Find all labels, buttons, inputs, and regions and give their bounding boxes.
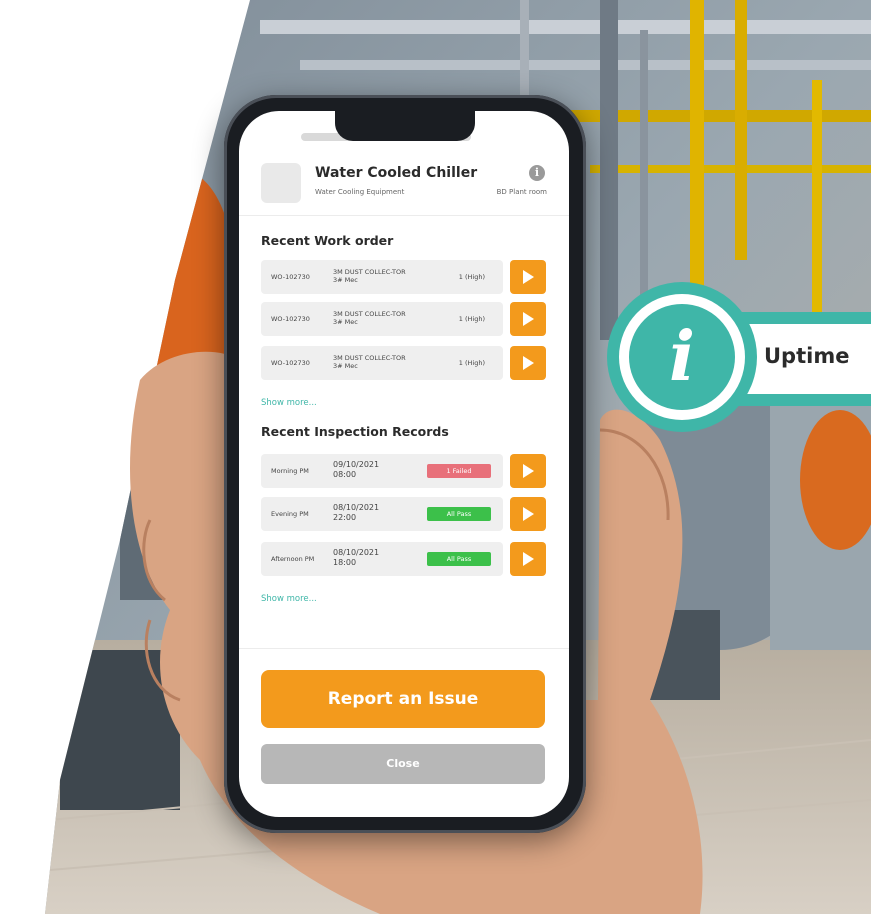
work-order-priority: 1 (High) [458,359,485,367]
play-icon [523,552,534,566]
play-icon [523,507,534,521]
work-order-desc: 3M DUST COLLEC-TOR 3# Mec [333,268,406,284]
uptime-label: Uptime [764,344,850,368]
work-order-row[interactable]: WO-102730 3M DUST COLLEC-TOR 3# Mec 1 (H… [261,346,503,380]
open-work-order-button[interactable] [510,346,546,380]
report-issue-button[interactable]: Report an Issue [261,670,545,728]
inspections-show-more-link[interactable]: Show more... [261,594,317,604]
inspections-title: Recent Inspection Records [261,424,449,439]
open-inspection-button[interactable] [510,497,546,531]
open-inspection-button[interactable] [510,454,546,488]
open-work-order-button[interactable] [510,260,546,294]
open-inspection-button[interactable] [510,542,546,576]
inspection-name: Morning PM [271,467,309,475]
equipment-header: Water Cooled Chiller Water Cooling Equip… [239,153,569,216]
work-order-priority: 1 (High) [458,273,485,281]
inspection-datetime: 08/10/2021 22:00 [333,503,413,523]
work-order-id: WO-102730 [271,273,310,281]
divider [239,648,569,649]
work-order-desc: 3M DUST COLLEC-TOR 3# Mec [333,354,406,370]
play-icon [523,356,534,370]
work-order-row[interactable]: WO-102730 3M DUST COLLEC-TOR 3# Mec 1 (H… [261,302,503,336]
app-screen: Water Cooled Chiller Water Cooling Equip… [239,111,569,817]
work-order-priority: 1 (High) [458,315,485,323]
inspection-date: 08/10/2021 [333,503,380,512]
inspection-time: 22:00 [333,513,357,522]
status-badge: 1 Failed [427,464,491,478]
inspection-datetime: 09/10/2021 08:00 [333,460,413,480]
open-work-order-button[interactable] [510,302,546,336]
play-icon [523,270,534,284]
inspection-row[interactable]: Evening PM 08/10/2021 22:00 All Pass [261,497,503,531]
inspection-row[interactable]: Afternoon PM 08/10/2021 18:00 All Pass [261,542,503,576]
work-order-id: WO-102730 [271,359,310,367]
inspection-time: 18:00 [333,558,357,567]
inspection-date: 08/10/2021 [333,548,380,557]
equipment-location: BD Plant room [496,188,547,196]
work-order-id: WO-102730 [271,315,310,323]
close-button[interactable]: Close [261,744,545,784]
work-orders-title: Recent Work order [261,233,394,248]
equipment-category: Water Cooling Equipment [315,188,405,196]
phone-frame: Water Cooled Chiller Water Cooling Equip… [224,95,586,833]
inspection-date: 09/10/2021 [333,460,380,469]
work-orders-show-more-link[interactable]: Show more... [261,398,317,408]
info-icon[interactable]: i [529,165,545,181]
equipment-thumbnail [261,163,301,203]
inspection-name: Afternoon PM [271,555,315,563]
status-badge: All Pass [427,552,491,566]
inspection-row[interactable]: Morning PM 09/10/2021 08:00 1 Failed [261,454,503,488]
phone-notch [335,111,475,141]
inspection-name: Evening PM [271,510,309,518]
equipment-title: Water Cooled Chiller [315,165,478,181]
info-icon: i [669,317,695,397]
inspection-datetime: 08/10/2021 18:00 [333,548,413,568]
status-badge: All Pass [427,507,491,521]
work-order-row[interactable]: WO-102730 3M DUST COLLEC-TOR 3# Mec 1 (H… [261,260,503,294]
work-order-desc: 3M DUST COLLEC-TOR 3# Mec [333,310,406,326]
inspection-time: 08:00 [333,470,357,479]
play-icon [523,312,534,326]
play-icon [523,464,534,478]
